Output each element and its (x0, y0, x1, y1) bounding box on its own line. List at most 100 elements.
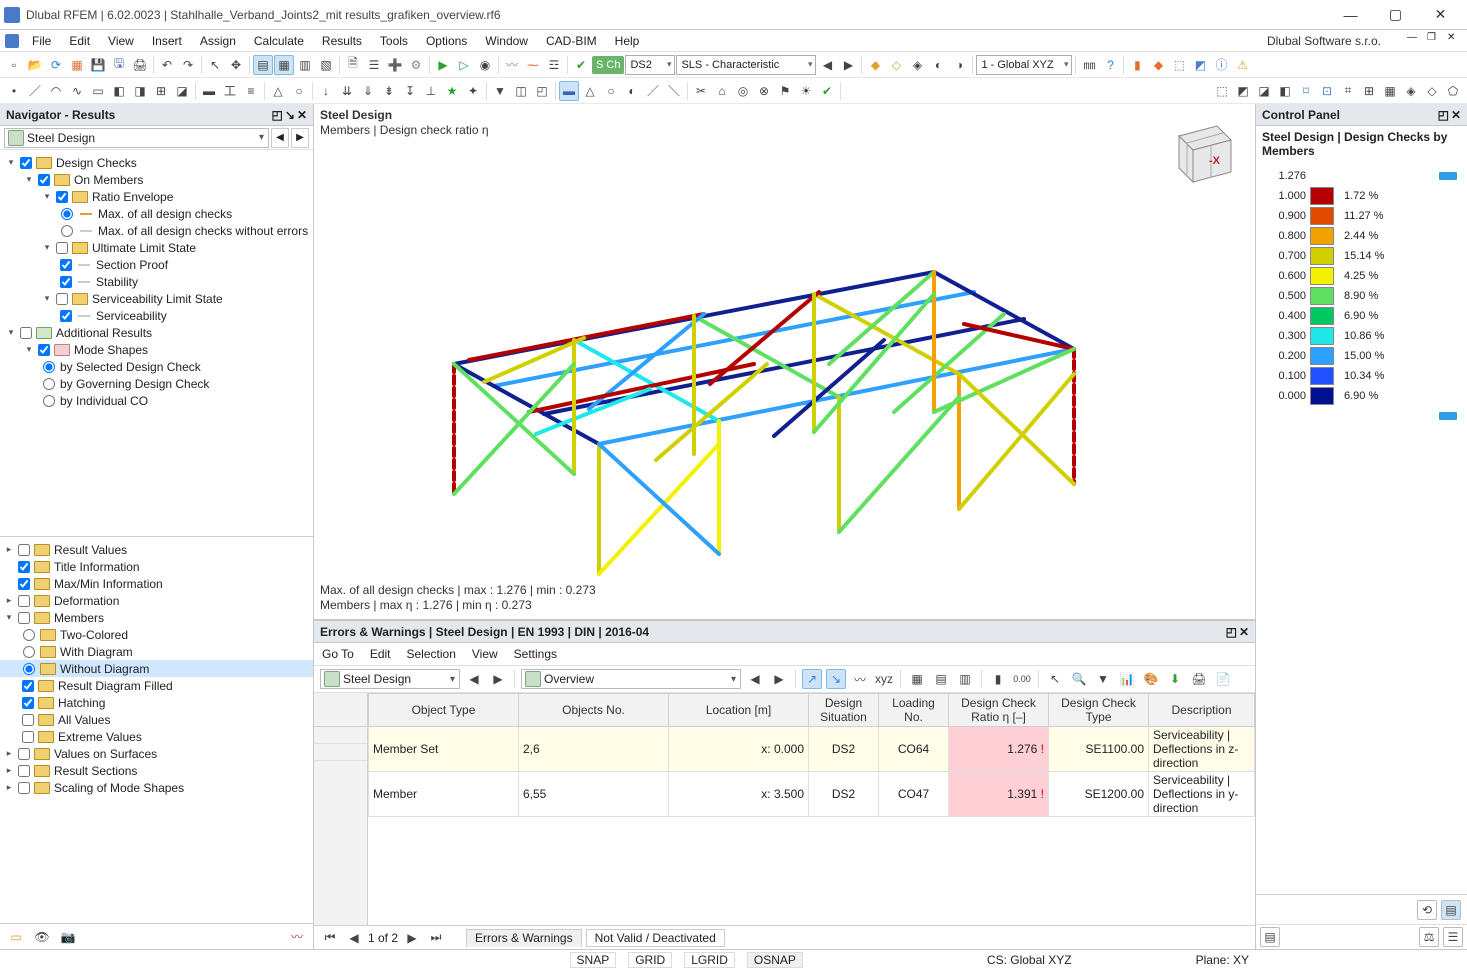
rad-max-all[interactable] (61, 208, 73, 220)
maximize-button[interactable]: ▢ (1373, 1, 1418, 29)
load8-icon[interactable]: ✦ (463, 81, 483, 101)
errors-prev1[interactable]: ◀ (464, 669, 484, 689)
status-grid[interactable]: GRID (628, 952, 672, 968)
rad-without-diagram[interactable] (23, 663, 35, 675)
srf-icon[interactable]: ◪ (172, 81, 192, 101)
view2-icon[interactable]: ◩ (1233, 81, 1253, 101)
et-sel-icon[interactable]: ↗ (802, 669, 822, 689)
load2-icon[interactable]: ⇊ (337, 81, 357, 101)
rad-two-colored[interactable] (23, 629, 35, 641)
lower-all-values[interactable]: All Values (58, 713, 110, 727)
view5-icon[interactable]: ⌑ (1296, 81, 1316, 101)
rect-icon[interactable]: ◧ (109, 81, 129, 101)
cursor-icon[interactable]: ↖ (205, 55, 225, 75)
tree-on-members[interactable]: On Members (74, 173, 143, 187)
sel1-icon[interactable]: ◫ (511, 81, 531, 101)
cp-reset-icon[interactable]: ⟲ (1417, 900, 1437, 920)
tree-serviceability[interactable]: Serviceability (96, 309, 167, 323)
load5-icon[interactable]: ↧ (400, 81, 420, 101)
et-dec-icon[interactable]: 0.00 (1012, 669, 1032, 689)
load6-icon[interactable]: ⊥ (421, 81, 441, 101)
et-pick-icon[interactable]: ↖ (1045, 669, 1065, 689)
tab-result-icon[interactable]: 〰 (287, 927, 307, 947)
res2-icon[interactable]: ◇ (886, 55, 906, 75)
tree-by-governing[interactable]: by Governing Design Check (60, 377, 209, 391)
panel-close-icon[interactable]: ✕ (297, 108, 307, 122)
status-lgrid[interactable]: LGRID (684, 952, 735, 968)
diag3-icon[interactable]: ○ (601, 81, 621, 101)
tree-ratio-envelope[interactable]: Ratio Envelope (92, 190, 173, 204)
et-chart-icon[interactable]: 📊 (1117, 669, 1137, 689)
flt-icon[interactable]: ▼ (490, 81, 510, 101)
clip4-icon[interactable]: ⊗ (754, 81, 774, 101)
cp-tab1-icon[interactable]: ▤ (1260, 927, 1280, 947)
color-legend[interactable]: 1.2761.0001.72 %0.90011.27 %0.8002.44 %0… (1256, 162, 1467, 894)
chk-scaling[interactable] (18, 782, 30, 794)
check-icon[interactable]: ✔ (571, 55, 591, 75)
menu-help[interactable]: Help (607, 32, 648, 50)
errors-selection[interactable]: Selection (407, 647, 456, 661)
errors-settings[interactable]: Settings (514, 647, 557, 661)
view8-icon[interactable]: ⊞ (1359, 81, 1379, 101)
lower-result-sections[interactable]: Result Sections (54, 764, 137, 778)
lower-with-diagram[interactable]: With Diagram (60, 645, 133, 659)
table-row[interactable]: Member Set 2,6 x: 0.000 DS2 CO64 1.276 !… (369, 727, 1255, 772)
calc-icon[interactable]: ▶ (433, 55, 453, 75)
res3-icon[interactable]: ◈ (907, 55, 927, 75)
rad-by-individual[interactable] (43, 395, 55, 407)
nav-next-button[interactable]: ▶ (291, 128, 309, 148)
et-diag-icon[interactable]: 〰 (850, 669, 870, 689)
et-grid2-icon[interactable]: ▤ (931, 669, 951, 689)
chk-on-members[interactable] (38, 174, 50, 186)
res5-icon[interactable]: ◑ (949, 55, 969, 75)
rad-by-selected[interactable] (43, 361, 55, 373)
nav-prev-button[interactable]: ◀ (271, 128, 289, 148)
chk-serviceability[interactable] (60, 310, 72, 322)
status-osnap[interactable]: OSNAP (747, 952, 803, 968)
wave3-icon[interactable]: ☲ (544, 55, 564, 75)
et-col-icon[interactable]: ▮ (988, 669, 1008, 689)
navigator-header[interactable]: Navigator - Results ◰ ↘ ✕ (0, 104, 313, 126)
ds-combo[interactable]: DS2 (625, 55, 675, 75)
chk-stability[interactable] (60, 276, 72, 288)
tree-max-noerr[interactable]: Max. of all design checks without errors (98, 224, 308, 238)
chk-deformation[interactable] (18, 595, 30, 607)
cp-float-icon[interactable]: ◰ (1438, 108, 1449, 122)
chk-title-info[interactable] (18, 561, 30, 573)
status-snap[interactable]: SNAP (570, 952, 617, 968)
errors-edit[interactable]: Edit (370, 647, 391, 661)
chk-result-sections[interactable] (18, 765, 30, 777)
cp-close-icon[interactable]: ✕ (1451, 108, 1461, 122)
et-grid3-icon[interactable]: ▥ (955, 669, 975, 689)
lower-result-values[interactable]: Result Values (54, 543, 127, 557)
table1-icon[interactable]: ▤ (253, 55, 273, 75)
view3-icon[interactable]: ◪ (1254, 81, 1274, 101)
navigator-dropdown[interactable]: Steel Design (4, 128, 269, 148)
node-icon[interactable]: • (4, 81, 24, 101)
clip1-icon[interactable]: ✂ (691, 81, 711, 101)
redo-icon[interactable]: ↷ (178, 55, 198, 75)
mdi-restore-icon[interactable]: ❐ (1427, 32, 1445, 50)
load3-icon[interactable]: ⇓ (358, 81, 378, 101)
close-button[interactable]: ✕ (1418, 1, 1463, 29)
view4-icon[interactable]: ◧ (1275, 81, 1295, 101)
view10-icon[interactable]: ◈ (1401, 81, 1421, 101)
spline-icon[interactable]: ∿ (67, 81, 87, 101)
display-options-tree[interactable]: ▸Result Values Title Information Max/Min… (0, 536, 313, 923)
cp-header[interactable]: Control Panel ◰ ✕ (1256, 104, 1467, 126)
saveas-icon[interactable]: 🖫 (109, 55, 129, 75)
table3-icon[interactable]: ▥ (295, 55, 315, 75)
mdi-minimize-icon[interactable]: — (1407, 32, 1425, 50)
errors-prev2[interactable]: ◀ (745, 669, 765, 689)
minimize-button[interactable]: — (1328, 1, 1373, 29)
menu-assign[interactable]: Assign (192, 32, 244, 50)
navigator-tree[interactable]: ▾Design Checks ▾On Members ▾Ratio Envelo… (0, 150, 313, 536)
cube3d-icon[interactable]: ⬚ (1169, 55, 1189, 75)
diam-icon[interactable]: ◆ (1148, 55, 1168, 75)
et-report-icon[interactable]: 📄 (1213, 669, 1233, 689)
clip7-icon[interactable]: ✔ (817, 81, 837, 101)
tree-max-all[interactable]: Max. of all design checks (98, 207, 232, 221)
et-print-icon[interactable]: 🖨 (1189, 669, 1209, 689)
viewport[interactable]: Steel Design Members | Design check rati… (314, 104, 1255, 620)
mat-icon[interactable]: ▬ (199, 81, 219, 101)
